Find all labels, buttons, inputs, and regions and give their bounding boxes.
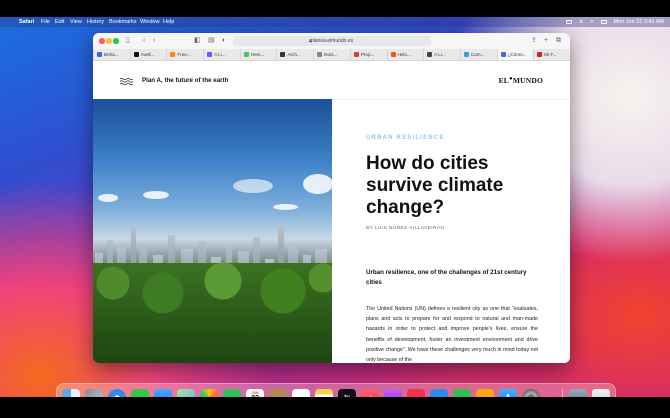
tab-6[interactable]: Arch...: [276, 49, 313, 60]
article-headline: How do cities survive climate change?: [366, 153, 504, 218]
favicon-icon: [390, 52, 396, 58]
menu-file[interactable]: File: [41, 17, 50, 27]
tab-bar: Beha... Avell... Free... A Li... Hem... …: [93, 49, 570, 61]
menu-view[interactable]: View: [70, 17, 82, 27]
launchpad-icon[interactable]: [85, 389, 103, 397]
favicon-icon: [243, 52, 249, 58]
photos-icon[interactable]: [200, 389, 218, 397]
wifi-icon[interactable]: ≋: [579, 17, 584, 27]
site-header: Plan A, the future of the earth EL●MUNDO: [93, 61, 570, 100]
article-lead: Urban resilience, one of the challenges …: [366, 269, 527, 286]
tab-12-active[interactable]: ¿Cómo...: [496, 49, 534, 60]
favicon-icon: [170, 52, 176, 58]
contacts-icon[interactable]: [269, 389, 287, 397]
favicon-icon: [537, 52, 543, 58]
address-bar[interactable]: 🔒︎ planea.elmundo.es: [233, 36, 431, 46]
music-icon[interactable]: ♪: [361, 389, 379, 397]
tab-3[interactable]: Free...: [166, 49, 203, 60]
pages-icon[interactable]: [476, 389, 494, 397]
facetime-icon[interactable]: [223, 389, 241, 397]
favicon-icon: [280, 52, 286, 58]
menu-app-name[interactable]: Safari: [19, 17, 34, 27]
tab-7[interactable]: Doct...: [313, 49, 350, 60]
wave-logo-icon[interactable]: [120, 77, 133, 86]
preview-icon[interactable]: [569, 389, 587, 397]
favicon-icon: [317, 52, 323, 58]
notes-icon[interactable]: [315, 389, 333, 397]
city-skyline-photo: [93, 99, 332, 363]
tab-2[interactable]: Avell...: [129, 49, 167, 60]
sidebar-toggle-icon[interactable]: ▯: [126, 36, 130, 46]
tab-4[interactable]: A Li...: [203, 49, 240, 60]
dock: JUN22 tv ♪ A: [56, 383, 616, 397]
page-content: Plan A, the future of the earth EL●MUNDO: [93, 61, 570, 363]
keynote-icon[interactable]: [430, 389, 448, 397]
tv-icon[interactable]: tv: [338, 389, 356, 397]
forward-icon[interactable]: ›: [153, 36, 155, 46]
tab-9[interactable]: Helo...: [386, 49, 424, 60]
messages-icon[interactable]: [131, 389, 149, 397]
podcasts-icon[interactable]: [384, 389, 402, 397]
menu-window[interactable]: Window: [140, 17, 160, 27]
display-icon[interactable]: [565, 20, 572, 24]
favicon-icon: [427, 52, 433, 58]
favicon-icon: [133, 52, 139, 58]
menu-edit[interactable]: Edit: [55, 17, 64, 27]
new-tab-icon[interactable]: +: [544, 36, 548, 46]
tab-1[interactable]: Beha...: [93, 49, 130, 60]
share-icon[interactable]: ⇪: [531, 36, 537, 46]
menu-history[interactable]: History: [87, 17, 104, 27]
article-kicker[interactable]: URBAN RESILIENCE: [366, 135, 445, 141]
tab-8[interactable]: Prop...: [349, 49, 387, 60]
calendar-icon[interactable]: JUN22: [246, 389, 264, 397]
menubar-clock[interactable]: Mon Jun 22 9:41 AM: [614, 17, 664, 27]
menu-help[interactable]: Help: [163, 17, 174, 27]
safari-window: ▯ ‹ › ◧ ▤ ◐ 🔒︎ planea.elmundo.es ⇪ + ⧉ B…: [93, 33, 570, 363]
extension-icon[interactable]: ◧: [194, 36, 201, 46]
trash-icon[interactable]: [592, 389, 610, 397]
search-icon[interactable]: ⌕: [590, 17, 593, 27]
favicon-icon: [207, 52, 213, 58]
back-icon[interactable]: ‹: [143, 36, 145, 46]
article-byline[interactable]: BY LUIS NÚÑEZ-VILLAVEIRÁN: [366, 226, 444, 231]
tab-5[interactable]: Hem...: [239, 49, 277, 60]
reminders-icon[interactable]: [292, 389, 310, 397]
tab-11[interactable]: Cam...: [459, 49, 497, 60]
favicon-icon: [97, 52, 102, 58]
lock-icon: 🔒︎: [309, 38, 312, 44]
maps-icon[interactable]: [177, 389, 195, 397]
tab-13[interactable]: Mi F...: [533, 49, 570, 60]
dock-separator: [562, 389, 563, 397]
article-body: The United Nations (UN) defines a resili…: [366, 306, 538, 363]
address-text: planea.elmundo.es: [310, 38, 354, 44]
safari-icon[interactable]: [108, 389, 126, 397]
app-store-icon[interactable]: A: [499, 389, 517, 397]
privacy-shield-icon[interactable]: ◐: [222, 36, 226, 46]
numbers-icon[interactable]: [453, 389, 471, 397]
menu-bookmarks[interactable]: Bookmarks: [109, 17, 137, 27]
browser-toolbar: ▯ ‹ › ◧ ▤ ◐ 🔒︎ planea.elmundo.es ⇪ + ⧉: [93, 33, 570, 49]
zoom-window-button[interactable]: [113, 38, 119, 44]
mail-icon[interactable]: [154, 389, 172, 397]
system-preferences-icon[interactable]: [522, 389, 540, 397]
favicon-icon: [500, 52, 506, 58]
reader-icon[interactable]: ▤: [208, 36, 215, 46]
desktop: Safari File Edit View History Bookmarks …: [0, 17, 670, 397]
favicon-icon: [353, 52, 359, 58]
article: URBAN RESILIENCE How do cities survive c…: [366, 99, 541, 363]
tab-10[interactable]: A Li...: [423, 49, 460, 60]
tab-overview-icon[interactable]: ⧉: [556, 36, 561, 46]
news-icon[interactable]: [407, 389, 425, 397]
finder-icon[interactable]: [62, 389, 80, 397]
control-center-icon[interactable]: [600, 20, 607, 24]
favicon-icon: [463, 52, 469, 58]
elmundo-logo[interactable]: EL●MUNDO: [499, 76, 543, 85]
minimize-window-button[interactable]: [106, 38, 112, 44]
close-window-button[interactable]: [99, 38, 105, 44]
site-title[interactable]: Plan A, the future of the earth: [142, 77, 228, 84]
menu-bar: Safari File Edit View History Bookmarks …: [0, 17, 670, 27]
